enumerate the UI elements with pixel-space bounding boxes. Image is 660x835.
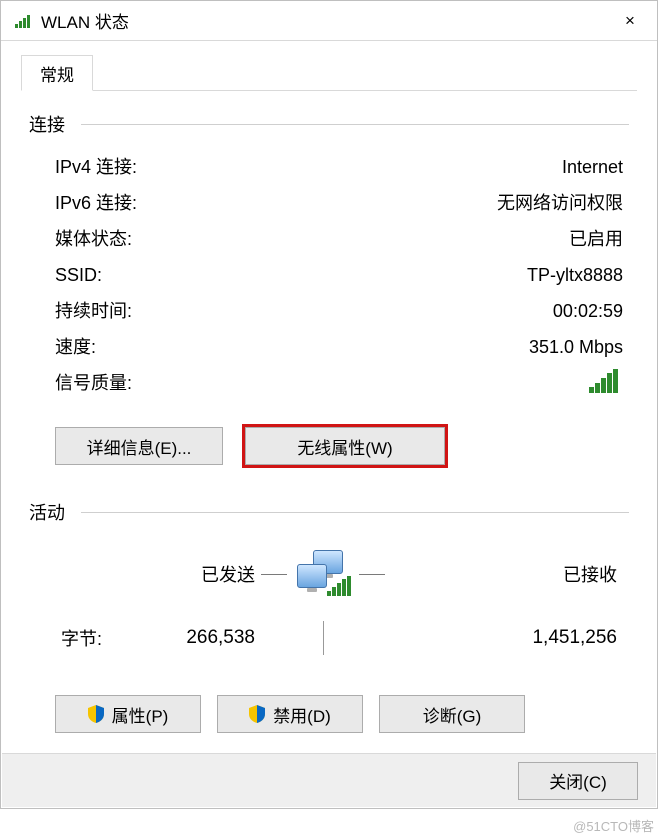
received-label: 已接收 — [391, 561, 623, 587]
network-activity-icon — [293, 550, 353, 598]
ipv6-value: 无网络访问权限 — [137, 189, 629, 217]
row-duration: 持续时间: 00:02:59 — [29, 293, 629, 329]
properties-button[interactable]: 属性(P) — [55, 695, 201, 733]
close-icon: × — [625, 11, 635, 31]
row-ipv6: IPv6 连接: 无网络访问权限 — [29, 185, 629, 221]
tab-general-label: 常规 — [40, 61, 74, 86]
details-button[interactable]: 详细信息(E)... — [55, 427, 223, 465]
connection-buttons: 详细信息(E)... 无线属性(W) — [29, 409, 629, 465]
titlebar: WLAN 状态 × — [1, 1, 657, 41]
ipv4-value: Internet — [137, 153, 629, 181]
properties-label: 属性(P) — [112, 702, 169, 727]
diagnose-button[interactable]: 诊断(G) — [379, 695, 525, 733]
activity-buttons: 属性(P) 禁用(D) 诊断(G) — [29, 655, 629, 733]
tab-page-general: 连接 IPv4 连接: Internet IPv6 连接: 无网络访问权限 媒体… — [21, 91, 637, 759]
bytes-label: 字节: — [35, 625, 135, 651]
sent-label: 已发送 — [35, 561, 255, 587]
tab-strip: 常规 — [21, 55, 637, 91]
speed-label: 速度: — [55, 333, 96, 361]
wlan-status-window: WLAN 状态 × 常规 连接 IPv4 连接: Internet IPv6 连… — [0, 0, 658, 809]
ipv4-label: IPv4 连接: — [55, 153, 137, 181]
section-activity-label: 活动 — [29, 499, 65, 525]
section-activity-head: 活动 — [29, 499, 629, 525]
row-ssid: SSID: TP-yltx8888 — [29, 257, 629, 293]
shield-icon — [88, 705, 104, 723]
tab-general[interactable]: 常规 — [21, 55, 93, 91]
details-button-label: 详细信息(E)... — [87, 434, 192, 459]
speed-value: 351.0 Mbps — [96, 333, 629, 361]
bytes-received-value: 1,451,256 — [391, 627, 623, 649]
divider-icon — [323, 621, 324, 655]
disable-button[interactable]: 禁用(D) — [217, 695, 363, 733]
diagnose-label: 诊断(G) — [423, 702, 482, 727]
activity-header-row: 已发送 已接收 — [29, 537, 629, 601]
ssid-label: SSID: — [55, 261, 102, 289]
signal-quality-icon — [589, 369, 623, 393]
media-label: 媒体状态: — [55, 225, 132, 253]
disable-label: 禁用(D) — [273, 702, 331, 727]
section-activity: 活动 已发送 已接收 — [29, 499, 629, 733]
signal-label: 信号质量: — [55, 369, 132, 405]
bytes-sent-value: 266,538 — [135, 627, 255, 649]
signal-value — [132, 369, 629, 405]
wireless-properties-button[interactable]: 无线属性(W) — [245, 427, 445, 465]
duration-label: 持续时间: — [55, 297, 132, 325]
watermark: @51CTO博客 — [573, 816, 654, 835]
activity-bytes-row: 字节: 266,538 1,451,256 — [29, 611, 629, 655]
row-media: 媒体状态: 已启用 — [29, 221, 629, 257]
section-connection-head: 连接 — [29, 111, 629, 137]
row-speed: 速度: 351.0 Mbps — [29, 329, 629, 365]
media-value: 已启用 — [132, 225, 629, 253]
ipv6-label: IPv6 连接: — [55, 189, 137, 217]
wireless-properties-label: 无线属性(W) — [297, 434, 392, 459]
row-ipv4: IPv4 连接: Internet — [29, 149, 629, 185]
row-signal: 信号质量: — [29, 365, 629, 409]
wifi-signal-icon — [15, 14, 33, 28]
section-connection-label: 连接 — [29, 111, 65, 137]
dialog-footer: 关闭(C) — [2, 753, 656, 807]
ssid-value: TP-yltx8888 — [102, 261, 629, 289]
content-area: 常规 连接 IPv4 连接: Internet IPv6 连接: 无网络访问权限… — [1, 41, 657, 759]
window-title: WLAN 状态 — [41, 8, 129, 33]
close-button[interactable]: 关闭(C) — [518, 762, 638, 800]
shield-icon — [249, 705, 265, 723]
close-button-label: 关闭(C) — [549, 768, 607, 793]
window-close-button[interactable]: × — [607, 1, 653, 40]
duration-value: 00:02:59 — [132, 297, 629, 325]
